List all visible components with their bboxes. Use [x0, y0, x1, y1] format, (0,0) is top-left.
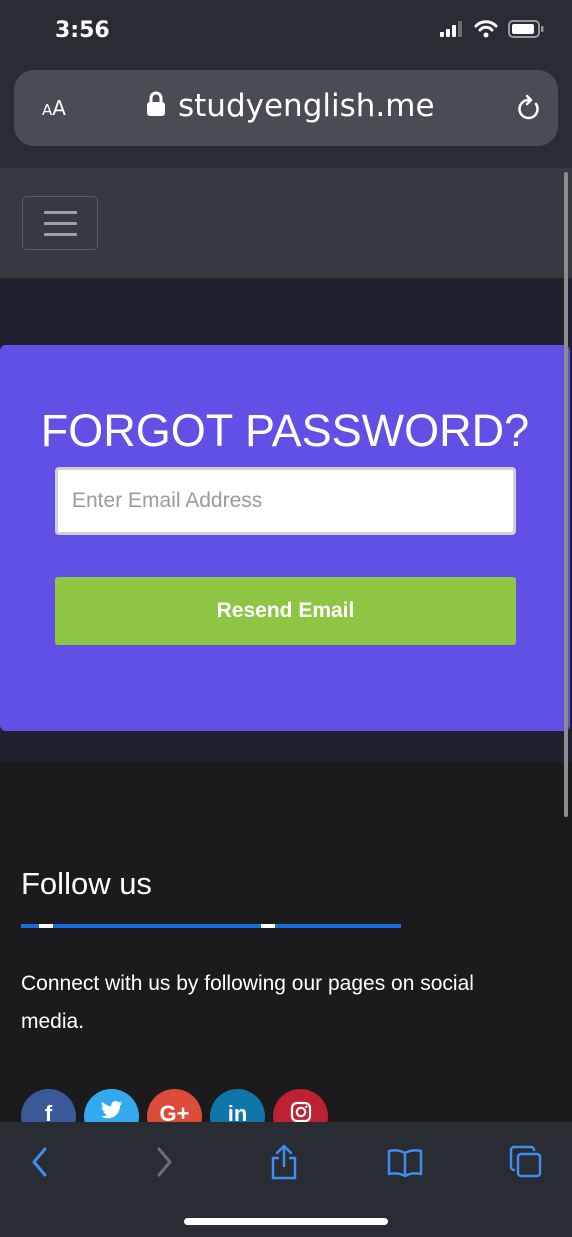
page-scrollbar[interactable]: [564, 172, 568, 817]
reload-icon[interactable]: [516, 94, 542, 127]
share-icon: [271, 1144, 297, 1180]
text-size-button[interactable]: AA: [42, 96, 66, 120]
heading-underline: [21, 924, 401, 928]
lock-icon: [146, 91, 166, 122]
page-title: FORGOT PASSWORD?: [40, 405, 530, 456]
signal-icon: [440, 21, 464, 42]
url-text: studyenglish.me: [178, 88, 435, 124]
footer: Follow us Connect with us by following o…: [0, 762, 572, 1144]
share-button[interactable]: [262, 1140, 306, 1184]
forward-button[interactable]: [142, 1140, 186, 1184]
chevron-left-icon: [32, 1147, 47, 1177]
menu-toggle-button[interactable]: [22, 196, 98, 250]
home-indicator[interactable]: [184, 1218, 388, 1225]
url-display[interactable]: studyenglish.me: [146, 88, 435, 124]
resend-email-button[interactable]: Resend Email: [55, 577, 516, 645]
forgot-password-card: FORGOT PASSWORD? Resend Email: [0, 345, 570, 731]
browser-address-area: AA studyenglish.me: [0, 62, 572, 168]
follow-us-heading: Follow us: [21, 866, 152, 901]
email-field[interactable]: [55, 467, 516, 535]
battery-icon: [508, 20, 544, 43]
site-navbar: [0, 168, 572, 278]
chevron-right-icon: [157, 1147, 172, 1177]
browser-toolbar: [0, 1122, 572, 1237]
book-icon: [387, 1149, 423, 1177]
tabs-button[interactable]: [504, 1140, 548, 1184]
status-time: 3:56: [55, 18, 110, 43]
follow-us-text: Connect with us by following our pages o…: [21, 972, 474, 1033]
hamburger-icon: [44, 211, 77, 214]
wifi-icon: [474, 20, 498, 43]
status-icons: [440, 20, 544, 43]
address-bar[interactable]: AA studyenglish.me: [14, 70, 558, 146]
tabs-icon: [509, 1145, 542, 1178]
back-button[interactable]: [18, 1140, 62, 1184]
bookmarks-button[interactable]: [383, 1140, 427, 1184]
status-bar: 3:56: [0, 0, 572, 62]
